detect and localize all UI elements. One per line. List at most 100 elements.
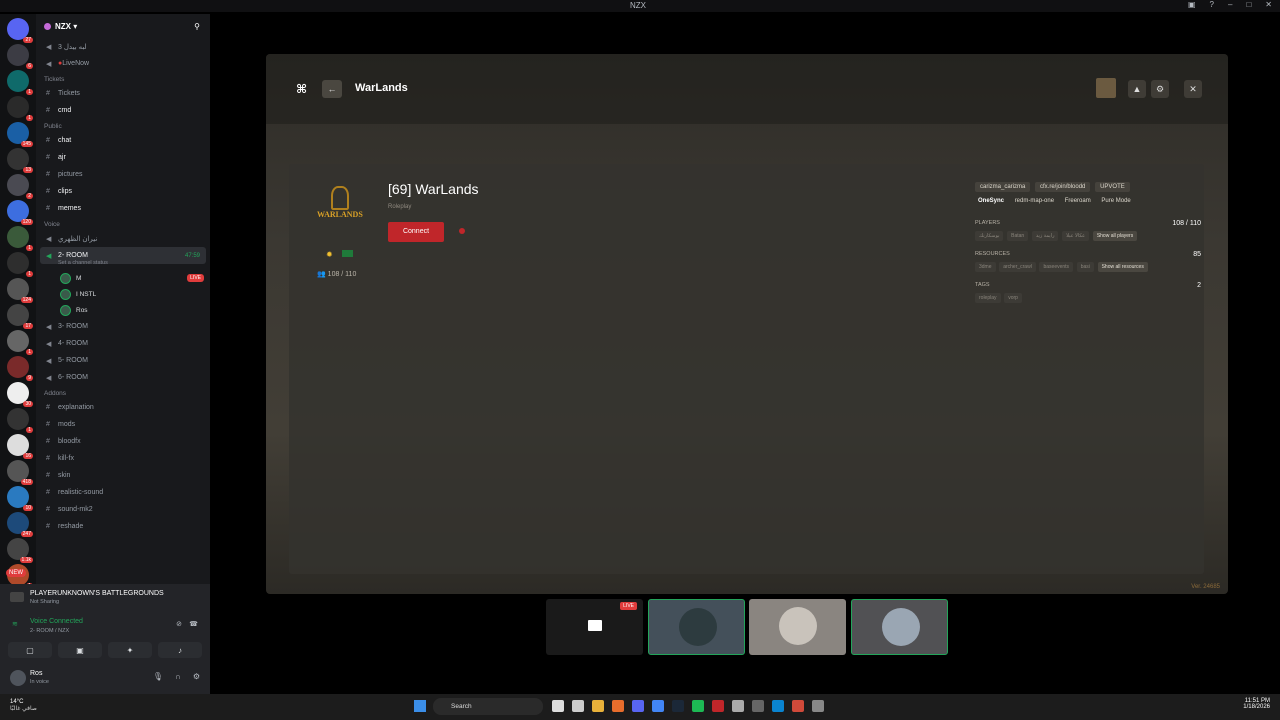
guild-header[interactable]: NZX ▾ ⚲ — [36, 14, 210, 38]
camera-button[interactable]: ▢ — [8, 642, 52, 658]
server-icon[interactable]: 120 — [7, 200, 33, 225]
show-all-resources-button[interactable]: Show all resources — [1097, 262, 1148, 272]
server-icon[interactable]: 9 — [7, 356, 33, 381]
participant-tile[interactable] — [851, 599, 948, 655]
avatar[interactable] — [10, 670, 26, 686]
spotify-icon[interactable] — [692, 700, 704, 712]
task-view-icon[interactable] — [552, 700, 564, 712]
server-icon[interactable]: 1 — [7, 226, 33, 251]
category-public[interactable]: Public — [36, 119, 210, 132]
weather-widget[interactable]: 14°C صافي غالبًا — [10, 699, 37, 712]
server-icon[interactable]: 1 — [7, 70, 33, 95]
minimize-button[interactable]: – — [1228, 0, 1232, 9]
noise-suppression-icon[interactable]: ⊘ — [176, 620, 182, 628]
text-channel[interactable]: # cmd — [36, 102, 210, 119]
player-chip[interactable]: Batan — [1007, 231, 1029, 241]
player-chip[interactable]: رايمة زيد — [1031, 231, 1059, 241]
resource-chip[interactable]: 3dme — [975, 262, 996, 272]
maximize-button[interactable]: □ — [1246, 0, 1251, 9]
tag-chip[interactable]: vorp — [1004, 293, 1022, 303]
headphones-icon[interactable]: ∩ — [175, 672, 181, 681]
back-button[interactable]: ← — [322, 80, 342, 98]
resource-chip[interactable]: archer_crawl — [999, 262, 1036, 272]
app-icon[interactable] — [752, 700, 764, 712]
show-all-players-button[interactable]: Show all players — [1092, 231, 1138, 241]
app-icon[interactable] — [792, 700, 804, 712]
category-tickets[interactable]: Tickets — [36, 72, 210, 85]
server-icon[interactable]: 1 — [7, 96, 33, 121]
server-icon[interactable]: 418 — [7, 460, 33, 485]
server-icon[interactable]: 247 — [7, 512, 33, 537]
server-icon[interactable]: 145 — [7, 122, 33, 147]
text-channel[interactable]: # reshade — [36, 518, 210, 535]
voice-channel-name[interactable]: 2- ROOM / NZX — [30, 628, 69, 634]
edge-icon[interactable] — [772, 700, 784, 712]
settings-button[interactable]: ⚙ — [1151, 80, 1169, 98]
voice-channel[interactable]: ◀ 3 لبه بيدل — [36, 38, 210, 55]
voice-channel[interactable]: ◀ نيران الظهري — [36, 230, 210, 247]
player-chip[interactable]: عكالا عبلا — [1062, 231, 1090, 241]
text-channel[interactable]: # bloodfx — [36, 433, 210, 450]
soundboard-button[interactable]: ♪ — [158, 642, 202, 658]
gear-icon[interactable]: ⚙ — [193, 672, 200, 681]
chrome-icon[interactable] — [652, 700, 664, 712]
voice-user[interactable]: I NSTL — [36, 286, 210, 302]
server-icon[interactable]: 6 — [7, 44, 33, 69]
server-icon[interactable]: 2 — [7, 174, 33, 199]
server-icon[interactable]: 124 — [7, 278, 33, 303]
add-member-icon[interactable]: ⚲ — [194, 22, 200, 31]
app-icon[interactable] — [732, 700, 744, 712]
server-icon[interactable]: 1 — [7, 330, 33, 355]
tag-chip[interactable]: roleplay — [975, 293, 1001, 303]
mic-icon[interactable]: 🎙 — [153, 672, 163, 681]
screen-share-button[interactable]: ▣ — [58, 642, 102, 658]
server-icon[interactable]: 30 — [7, 382, 33, 407]
windows-start-icon[interactable] — [414, 700, 426, 712]
steam-icon[interactable] — [672, 700, 684, 712]
server-icon[interactable]: 1 — [7, 408, 33, 433]
resource-chip[interactable]: baseevents — [1039, 262, 1074, 272]
text-channel[interactable]: # chat — [36, 132, 210, 149]
text-channel[interactable]: # pictures — [36, 166, 210, 183]
connect-button[interactable]: Connect — [388, 222, 444, 242]
text-channel[interactable]: # realistic-sound — [36, 484, 210, 501]
text-channel[interactable]: # explanation — [36, 399, 210, 416]
voice-channel[interactable]: ◀ ● LiveNow — [36, 55, 210, 72]
category-voice[interactable]: Voice — [36, 217, 210, 230]
game-stream[interactable]: ⌘ ← WarLands ▲ ⚙ ✕ WARLANDS [69] WarLand… — [266, 54, 1228, 594]
voice-user[interactable]: M LIVE — [36, 270, 210, 286]
text-channel[interactable]: # kill-fx — [36, 450, 210, 467]
app-icon[interactable] — [612, 700, 624, 712]
join-link-pill[interactable]: cfx.re/join/bloodd — [1035, 182, 1091, 192]
text-channel[interactable]: # Tickets — [36, 85, 210, 102]
system-clock[interactable]: 11:51 PM 1/18/2026 — [1243, 698, 1270, 710]
upvote-button[interactable]: UPVOTE — [1095, 182, 1130, 192]
notification-button[interactable]: ▲ — [1128, 80, 1146, 98]
close-game-button[interactable]: ✕ — [1184, 80, 1202, 98]
participant-tile[interactable] — [648, 599, 745, 655]
server-icon[interactable]: 10 — [7, 486, 33, 511]
category-addons[interactable]: Addons — [36, 386, 210, 399]
owner-pill[interactable]: carizma_carizma — [975, 182, 1031, 192]
voice-user[interactable]: Ros — [36, 302, 210, 318]
new-badge[interactable]: NEW — [6, 569, 26, 577]
profile-thumbnail[interactable] — [1096, 78, 1116, 98]
voice-channel[interactable]: ◀ 6- ROOM — [36, 369, 210, 386]
inbox-icon[interactable]: ▣ — [1188, 0, 1196, 9]
channel-status[interactable]: Set a channel status — [36, 260, 210, 270]
participant-tile[interactable] — [749, 599, 846, 655]
voice-status[interactable]: Voice Connected — [30, 618, 83, 625]
widgets-icon[interactable] — [572, 700, 584, 712]
server-icon[interactable]: 13 — [7, 148, 33, 173]
app-icon[interactable] — [712, 700, 724, 712]
taskbar-search[interactable]: Search — [433, 698, 543, 715]
server-icon[interactable]: 27 — [7, 18, 33, 43]
server-icon[interactable]: 17 — [7, 304, 33, 329]
server-icon[interactable]: 16 — [7, 434, 33, 459]
text-channel[interactable]: # sound-mk2 — [36, 501, 210, 518]
voice-channel[interactable]: ◀ 4- ROOM — [36, 335, 210, 352]
voice-channel[interactable]: ◀ 3- ROOM — [36, 318, 210, 335]
voice-channel[interactable]: ◀ 5- ROOM — [36, 352, 210, 369]
text-channel[interactable]: # mods — [36, 416, 210, 433]
disconnect-icon[interactable]: ☎ — [189, 620, 198, 628]
